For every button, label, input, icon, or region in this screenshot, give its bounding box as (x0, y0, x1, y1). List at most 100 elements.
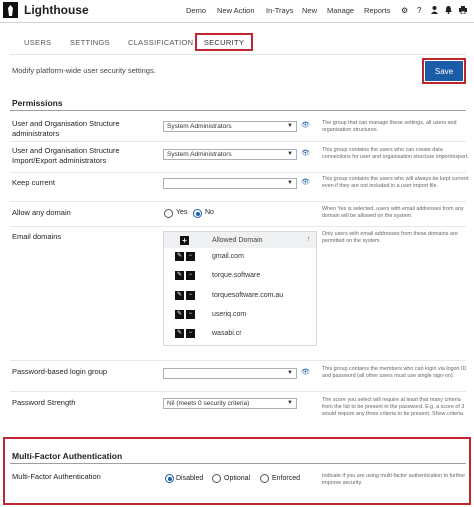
mfa-enforced-radio[interactable] (260, 474, 269, 483)
print-icon[interactable] (459, 6, 467, 16)
mfa-disabled-radio[interactable] (165, 474, 174, 483)
domain-value: gmail.com (212, 253, 244, 260)
chevron-down-icon: ▼ (287, 400, 293, 406)
chevron-down-icon: ▼ (287, 151, 293, 157)
user-icon[interactable] (431, 6, 438, 16)
nav-new[interactable]: New (302, 6, 317, 15)
import-export-admins-select[interactable]: System Administrators ▼ (163, 149, 297, 160)
nav-reports[interactable]: Reports (364, 6, 390, 15)
row-divider (10, 201, 466, 202)
row-divider (10, 226, 466, 227)
email-domains-label: Email domains (12, 232, 62, 241)
row-divider (10, 360, 466, 361)
delete-minus-icon[interactable]: − (186, 310, 195, 319)
mfa-optional-label: Optional (224, 475, 251, 482)
chevron-down-icon: ▼ (287, 370, 293, 376)
tab-divider (10, 54, 466, 55)
delete-minus-icon[interactable]: − (186, 252, 195, 261)
app-name[interactable]: Lighthouse (24, 3, 89, 17)
tab-security[interactable]: SECURITY (195, 33, 253, 51)
password-login-group-label: Password-based login group (12, 367, 108, 376)
allow-any-domain-help: When Yes is selected, users with email a… (322, 206, 464, 219)
user-org-admins-help: The group that can manage these settings… (322, 120, 457, 133)
mfa-enforced-label: Enforced (272, 475, 301, 482)
mfa-highlight (3, 437, 471, 505)
password-strength-value: Nil (meets 0 security criteria) (167, 400, 250, 407)
password-strength-label: Password Strength (12, 398, 76, 407)
table-row: ✎ − torquesoftware.com.au (164, 288, 316, 307)
settings-tabs: USERS SETTINGS CLASSIFICATION SECURITY (0, 33, 474, 55)
mfa-disabled-label: Disabled (176, 475, 204, 482)
eye-icon[interactable]: 👁 (301, 121, 310, 129)
help-icon[interactable]: ? (417, 6, 421, 15)
keep-current-select[interactable]: ▼ (163, 178, 297, 189)
user-org-admins-value: System Administrators (167, 123, 232, 130)
password-login-group-select[interactable]: ▼ (163, 368, 297, 379)
email-domains-help: Only users with email addresses from the… (322, 231, 458, 244)
tab-users[interactable]: USERS (24, 38, 51, 47)
password-strength-select[interactable]: Nil (meets 0 security criteria) ▼ (163, 398, 297, 409)
password-strength-help: The score you select will require at lea… (322, 397, 465, 417)
sort-arrow-icon[interactable]: ↑ (307, 236, 311, 243)
permissions-divider (10, 110, 466, 111)
nav-manage[interactable]: Manage (327, 6, 354, 15)
tab-classification[interactable]: CLASSIFICATION (128, 38, 193, 47)
edit-pencil-icon[interactable]: ✎ (175, 271, 184, 280)
allow-any-domain-label: Allow any domain (12, 208, 71, 217)
allow-domain-yes-label: Yes (176, 209, 188, 216)
nav-new-action[interactable]: New Action (217, 6, 255, 15)
table-row: ✎ − torque.software (164, 268, 316, 287)
delete-minus-icon[interactable]: − (186, 291, 195, 300)
domain-value: wasabi.cr (212, 330, 242, 337)
eye-icon[interactable]: 👁 (301, 368, 310, 376)
allow-domain-no-label: No (205, 209, 214, 216)
user-org-admins-label: User and Organisation Structure administ… (12, 119, 120, 138)
bell-icon[interactable] (445, 6, 452, 16)
tab-settings[interactable]: SETTINGS (70, 38, 110, 47)
permissions-title: Permissions (12, 98, 63, 108)
table-row: ✎ − gmail.com (164, 249, 316, 268)
allow-domain-yes-radio[interactable] (164, 209, 173, 218)
edit-pencil-icon[interactable]: ✎ (175, 329, 184, 338)
save-button[interactable]: Save (425, 61, 463, 81)
mfa-title: Multi-Factor Authentication (12, 451, 123, 461)
edit-pencil-icon[interactable]: ✎ (175, 252, 184, 261)
mfa-optional-radio[interactable] (212, 474, 221, 483)
email-domains-table: + Allowed Domain ↑ ✎ − gmail.com ✎ − tor… (163, 231, 317, 346)
delete-minus-icon[interactable]: − (186, 329, 195, 338)
nav-demo[interactable]: Demo (186, 6, 206, 15)
gear-icon[interactable]: ⚙ (401, 6, 408, 15)
chevron-down-icon: ▼ (287, 123, 293, 129)
top-header: Lighthouse Demo New Action In-Trays New … (0, 0, 474, 23)
import-export-admins-label: User and Organisation Structure Import/E… (12, 146, 120, 165)
table-row: ✎ − useriq.com (164, 307, 316, 326)
edit-pencil-icon[interactable]: ✎ (175, 291, 184, 300)
allowed-domain-column-header: Allowed Domain (212, 237, 263, 244)
nav-in-trays[interactable]: In-Trays (266, 6, 293, 15)
row-divider (10, 141, 466, 142)
mfa-label: Multi-Factor Authentication (12, 472, 101, 481)
add-domain-button[interactable]: + (180, 236, 189, 245)
row-divider (10, 391, 466, 392)
lighthouse-logo-icon[interactable] (3, 2, 18, 18)
password-login-group-help: This group contains the members who can … (322, 366, 467, 379)
row-divider (10, 172, 466, 173)
import-export-admins-help: This group contains the users who can cr… (322, 147, 469, 160)
domain-value: torquesoftware.com.au (212, 292, 284, 299)
mfa-divider (10, 463, 466, 464)
eye-icon[interactable]: 👁 (301, 149, 310, 157)
table-row: ✎ − wasabi.cr (164, 326, 316, 345)
domain-value: torque.software (212, 272, 261, 279)
allow-domain-no-radio[interactable] (193, 209, 202, 218)
delete-minus-icon[interactable]: − (186, 271, 195, 280)
keep-current-label: Keep current (12, 178, 55, 187)
mfa-help: Indicate if you are using multi-factor a… (322, 473, 466, 486)
keep-current-help: This group contains the users who will a… (322, 176, 469, 189)
edit-pencil-icon[interactable]: ✎ (175, 310, 184, 319)
import-export-admins-value: System Administrators (167, 151, 232, 158)
chevron-down-icon: ▼ (287, 180, 293, 186)
eye-icon[interactable]: 👁 (301, 178, 310, 186)
page-description: Modify platform-wide user security setti… (12, 66, 156, 75)
user-org-admins-select[interactable]: System Administrators ▼ (163, 121, 297, 132)
table-header: + Allowed Domain ↑ (164, 232, 316, 248)
